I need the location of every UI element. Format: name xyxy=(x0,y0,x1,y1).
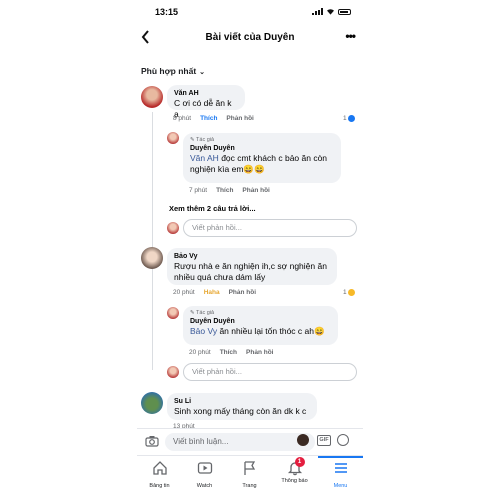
comment-time[interactable]: 20 phút xyxy=(173,289,195,296)
comment-text: Sinh xong mấy tháng còn ăn dk k c xyxy=(174,406,307,416)
comment-author[interactable]: Su Li xyxy=(174,397,310,406)
like-button[interactable]: Thích xyxy=(220,349,237,356)
comment-bubble: Văn AH C ơi có dễ ăn k ạ xyxy=(167,85,245,119)
status-time: 13:15 xyxy=(155,7,179,17)
comment-composer: Viết bình luận... GIF xyxy=(137,428,363,454)
comment-text: Rượu nhà e ăn nghiện ih,c sợ nghiện ăn n… xyxy=(174,261,327,282)
comment-actions: 20 phút Thích Phản hồi xyxy=(189,349,273,356)
bottom-tab-bar: Bảng tin Watch Trang 1 Thông báo Menu xyxy=(137,455,363,499)
phone-screen: 13:15 Bài viết của Duyên ••• Phù hợp nhấ… xyxy=(137,0,363,499)
comment-time[interactable]: 8 phút xyxy=(173,115,191,122)
comment-author[interactable]: Duyên Duyên xyxy=(190,144,334,153)
tab-label: Watch xyxy=(196,483,213,489)
camera-icon[interactable] xyxy=(145,435,159,447)
notification-badge: 1 xyxy=(294,457,305,467)
avatar[interactable] xyxy=(167,132,179,144)
reaction-count[interactable]: 1 xyxy=(343,289,355,296)
comment-text: Bảo Vy ăn nhiều lại tốn thóc c ah😄 xyxy=(190,326,331,337)
comment-author[interactable]: Văn AH xyxy=(174,89,238,98)
avatar[interactable] xyxy=(141,86,163,108)
bell-icon-wrap: 1 xyxy=(287,457,305,476)
author-badge: ✎ Tác giả xyxy=(190,137,215,143)
tab-label: Thông báo xyxy=(281,478,308,484)
mention-link[interactable]: Văn AH xyxy=(190,153,219,163)
author-badge-label: Tác giả xyxy=(196,310,215,316)
tab-pages[interactable]: Trang xyxy=(227,458,272,489)
sort-label: Phù hợp nhất xyxy=(141,66,197,76)
watch-icon xyxy=(197,462,212,474)
comment-author[interactable]: Duyên Duyên xyxy=(190,317,331,326)
comment-actions: 7 phút Thích Phản hồi xyxy=(189,187,270,194)
comment-bubble: ✎ Tác giả Duyên Duyên Văn AH đọc cmt khá… xyxy=(183,133,341,183)
more-options-icon[interactable]: ••• xyxy=(345,29,356,43)
reply-button[interactable]: Phản hồi xyxy=(246,349,273,356)
comment-text-body: ăn nhiều lại tốn thóc c ah😄 xyxy=(217,326,325,336)
avatar[interactable] xyxy=(167,307,179,319)
tab-watch[interactable]: Watch xyxy=(182,458,227,489)
comment-actions: 20 phút Haha Phản hồi xyxy=(173,289,256,296)
comment-bubble: ✎ Tác giả Duyên Duyên Bảo Vy ăn nhiều lạ… xyxy=(183,306,338,345)
comment-bubble: Bảo Vy Rượu nhà e ăn nghiện ih,c sợ nghi… xyxy=(167,248,337,285)
avatar xyxy=(167,222,179,234)
tab-notifications[interactable]: 1 Thông báo xyxy=(272,457,317,484)
reply-button[interactable]: Phản hồi xyxy=(226,115,253,122)
mention-link[interactable]: Bảo Vy xyxy=(190,326,217,336)
reaction-count-number: 1 xyxy=(343,115,347,122)
like-button[interactable]: Thích xyxy=(200,115,217,122)
author-badge-label: Tác giả xyxy=(196,137,215,143)
view-more-replies[interactable]: Xem thêm 2 câu trả lời... xyxy=(169,204,256,213)
comment-time[interactable]: 20 phút xyxy=(189,349,211,356)
reaction-count-number: 1 xyxy=(343,289,347,296)
comment-bubble: Su Li Sinh xong mấy tháng còn ăn dk k c xyxy=(167,393,317,420)
thread-line xyxy=(152,112,153,370)
tab-label: Bảng tin xyxy=(149,483,170,489)
avatar[interactable] xyxy=(141,392,163,414)
avatar[interactable] xyxy=(141,247,163,269)
reply-button[interactable]: Phản hồi xyxy=(242,187,269,194)
reaction-count[interactable]: 1 xyxy=(343,115,355,122)
avatar xyxy=(167,366,179,378)
home-icon xyxy=(152,461,167,475)
reply-button[interactable]: Phản hồi xyxy=(229,289,256,296)
comment-text: Văn AH đọc cmt khách c bảo ăn còn nghiện… xyxy=(190,153,334,175)
chevron-down-icon: ⌄ xyxy=(199,69,206,76)
signal-icon xyxy=(312,8,323,15)
reply-input[interactable]: Viết phản hồi... xyxy=(183,363,357,381)
tab-label: Menu xyxy=(333,483,348,489)
battery-icon xyxy=(338,8,351,15)
status-icons xyxy=(312,8,351,15)
sort-dropdown[interactable]: Phù hợp nhất ⌄ xyxy=(141,66,205,76)
wifi-icon xyxy=(327,9,334,15)
top-nav: Bài viết của Duyên ••• xyxy=(137,28,363,50)
reply-input[interactable]: Viết phản hồi... xyxy=(183,219,357,237)
menu-icon xyxy=(334,463,347,473)
tab-label: Trang xyxy=(242,483,257,489)
gif-button[interactable]: GIF xyxy=(317,435,331,446)
comment-actions: 8 phút Thích Phản hồi xyxy=(173,115,254,122)
comment-input[interactable]: Viết bình luận... xyxy=(165,433,315,451)
like-button[interactable]: Thích xyxy=(216,187,233,194)
page-title: Bài viết của Duyên xyxy=(205,32,295,43)
emoji-icon[interactable] xyxy=(337,434,349,446)
haha-reaction-button[interactable]: Haha xyxy=(204,289,220,296)
comment-author[interactable]: Bảo Vy xyxy=(174,252,330,261)
avatar-sticker-icon[interactable] xyxy=(297,434,309,446)
author-badge: ✎ Tác giả xyxy=(190,310,215,316)
tab-home[interactable]: Bảng tin xyxy=(137,458,182,489)
tab-menu[interactable]: Menu xyxy=(318,458,363,489)
haha-reaction-icon xyxy=(347,289,355,296)
like-reaction-icon xyxy=(347,115,355,122)
flag-icon xyxy=(243,461,255,475)
comment-time[interactable]: 7 phút xyxy=(189,187,207,194)
status-bar: 13:15 xyxy=(137,6,363,20)
